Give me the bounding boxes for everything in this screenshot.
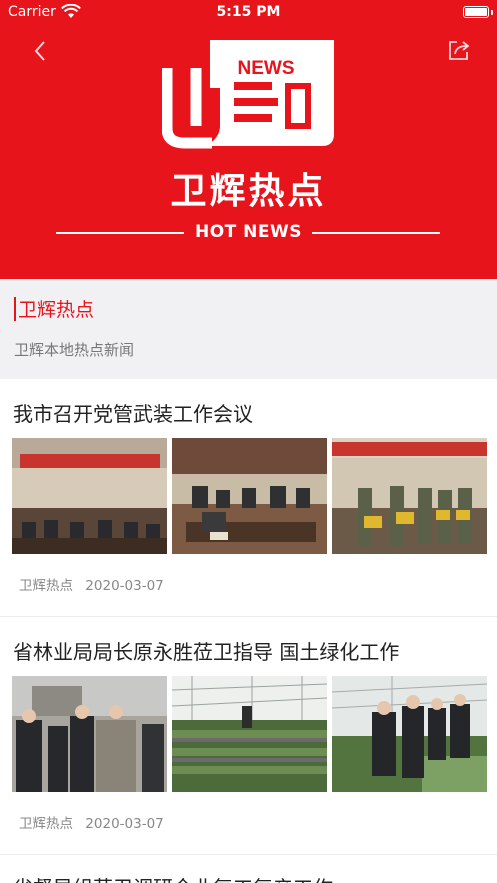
news-headline[interactable]: 我市召开党管武装工作会议 [13,398,253,427]
news-item[interactable]: 省林业局局长原永胜莅卫指导 国土绿化工作 卫辉热点 2020-03-07 [0,636,497,856]
back-button[interactable] [26,36,54,66]
news-thumbnails [12,676,487,792]
clock: 5:15 PM [216,4,281,20]
news-photo[interactable] [332,438,487,554]
newspaper-icon: NEWS [162,40,334,149]
news-photo[interactable] [172,676,327,792]
news-photo[interactable] [172,438,327,554]
news-photo[interactable] [12,438,167,554]
section-description: 卫辉本地热点新闻 [14,341,135,359]
section-title: 卫辉热点 [18,299,95,321]
chevron-left-icon [34,41,45,61]
share-button[interactable] [447,38,471,62]
header-banner: Carrier 5:15 PM NEWS 卫辉热点 HOT NEWS [0,0,497,279]
news-source: 卫辉热点 [19,816,73,832]
status-bar: Carrier 5:15 PM [0,0,497,26]
banner-title: 卫辉热点 [170,171,327,212]
news-meta: 卫辉热点 2020-03-07 [19,812,172,832]
section-accent-bar [14,297,16,321]
section-header: 卫辉热点 卫辉本地热点新闻 [0,279,497,379]
divider-line [312,232,440,234]
list-divider [0,616,497,617]
logo-text: NEWS [238,58,295,79]
news-source: 卫辉热点 [19,578,73,594]
news-headline[interactable]: 省督导组莅卫调研企业复工复产工作 [13,872,333,883]
battery-icon [463,6,489,18]
list-divider [0,854,497,855]
news-photo[interactable] [332,676,487,792]
news-meta: 卫辉热点 2020-03-07 [19,574,172,594]
banner-subtitle-row: HOT NEWS [0,222,497,244]
news-date: 2020-03-07 [85,816,164,832]
news-item[interactable]: 我市召开党管武装工作会议 卫辉热点 2020-03-07 [0,398,497,618]
news-thumbnails [12,438,487,554]
share-icon [449,41,470,60]
news-headline[interactable]: 省林业局局长原永胜莅卫指导 国土绿化工作 [13,636,399,665]
news-item[interactable]: 省督导组莅卫调研企业复工复产工作 [0,872,497,883]
news-photo[interactable] [12,676,167,792]
news-date: 2020-03-07 [85,578,164,594]
